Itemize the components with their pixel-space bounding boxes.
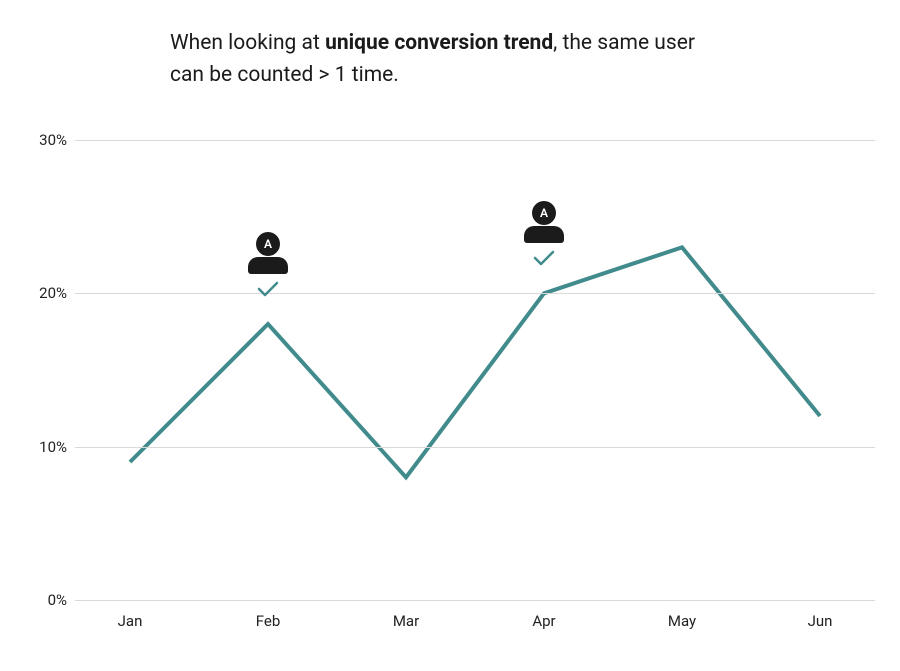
gridline (75, 140, 875, 141)
title-bold: unique conversion trend (325, 31, 553, 55)
user-annotation: A (246, 232, 290, 302)
gridline (75, 447, 875, 448)
title-pre: When looking at (170, 31, 325, 55)
plot-area: 0%10%20%30%JanFebMarAprMayJunAA (75, 140, 875, 600)
user-letter: A (540, 206, 548, 220)
x-tick-label: Mar (393, 612, 419, 630)
chart-title: When looking at unique conversion trend,… (170, 28, 730, 91)
chart-container: 0%10%20%30%JanFebMarAprMayJunAA (0, 140, 900, 640)
check-icon (532, 249, 556, 267)
x-tick-label: Jun (808, 612, 833, 630)
user-letter: A (264, 237, 272, 251)
user-body (248, 257, 288, 274)
x-tick-label: Apr (532, 612, 555, 630)
user-head: A (532, 201, 556, 225)
user-icon: A (246, 232, 290, 274)
line-series (75, 140, 875, 600)
y-tick-label: 10% (25, 438, 67, 456)
gridline (75, 293, 875, 294)
user-icon: A (522, 201, 566, 243)
user-annotation: A (522, 201, 566, 271)
user-head: A (256, 232, 280, 256)
x-tick-label: Jan (118, 612, 143, 630)
y-tick-label: 0% (25, 591, 67, 609)
gridline (75, 600, 875, 601)
y-tick-label: 30% (25, 131, 67, 149)
x-tick-label: Feb (256, 612, 281, 630)
y-tick-label: 20% (25, 284, 67, 302)
check-icon (256, 280, 280, 298)
x-tick-label: May (668, 612, 696, 630)
user-body (524, 226, 564, 243)
